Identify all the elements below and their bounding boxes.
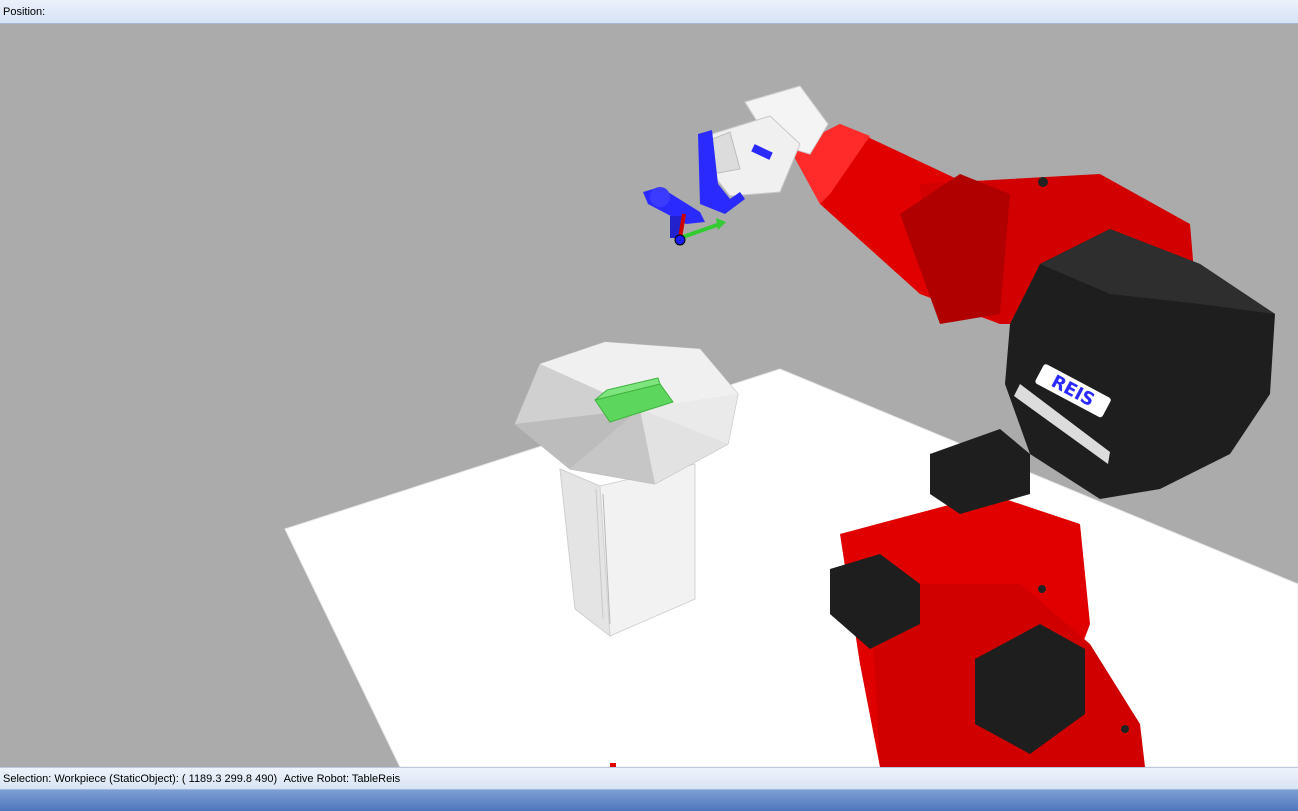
active-robot-status: Active Robot: TableReis [283,773,401,785]
position-label: Position: [3,6,46,18]
position-bar: Position: [0,0,1298,24]
3d-viewport[interactable]: REIS [0,24,1298,767]
selection-status: Selection: Workpiece (StaticObject): ( 1… [3,773,278,785]
window-bottom-edge [0,789,1298,811]
robot-simulation-window: Position: REIS Selection: Workpiece (Sta… [0,0,1298,811]
status-bar: Selection: Workpiece (StaticObject): ( 1… [0,767,1298,789]
